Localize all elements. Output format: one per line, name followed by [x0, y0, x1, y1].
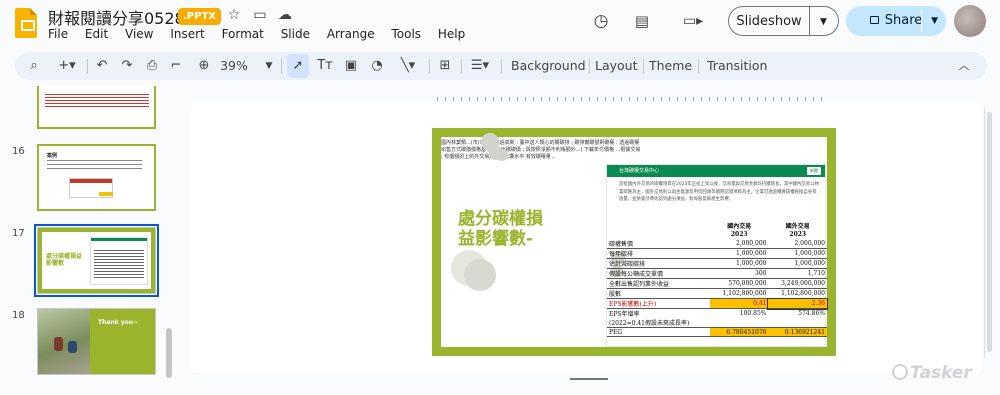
menu-edit[interactable]: Edit [85, 27, 108, 41]
slide-number: 17 [12, 228, 25, 239]
table-row: 股數 1,102,800,000 1,102,800,000 [607, 288, 827, 299]
star-icon[interactable]: ☆ [225, 6, 243, 24]
eps-table: 國內交易 國外交易 2023 2023 碳權售價 2,000,000 2,000,0… [607, 221, 828, 338]
lock-icon [869, 16, 879, 24]
menu-format[interactable]: Format [222, 27, 264, 41]
filmstrip: 16 案例 17 處分碳權損益影響數 18 Thank you~ [0, 86, 185, 395]
menu-arrange[interactable]: Arrange [327, 27, 375, 41]
canvas-scrollbar[interactable] [984, 108, 994, 358]
menu-help[interactable]: Help [438, 27, 465, 41]
slide-number: 16 [12, 146, 25, 157]
thumbnail-title: Thank you~ [98, 319, 139, 326]
avatar[interactable] [954, 5, 986, 37]
ruler [437, 97, 827, 101]
column-header: 國外交易 [785, 223, 810, 230]
table-row: 全數出售認列業外收益 570,000,000 3,249,000,000 [607, 278, 827, 289]
line-icon[interactable]: ╲▾ [393, 52, 423, 80]
zoom-icon[interactable]: ⊕ [195, 52, 213, 80]
paint-format-icon[interactable]: ⌐ [167, 52, 185, 80]
text-box-icon[interactable]: Tт [315, 52, 335, 80]
table-row: 碳權售價 2,000,000 2,000,000 [607, 239, 827, 249]
undo-icon[interactable]: ↶ [93, 52, 111, 80]
line-spacing-icon[interactable]: ☰▾ [467, 52, 493, 80]
share-button[interactable]: Share ▼ [846, 6, 946, 36]
move-folder-icon[interactable]: ▭ [251, 6, 269, 24]
year-cell: 2023 [789, 231, 807, 238]
menu-slide[interactable]: Slide [281, 27, 310, 41]
format-badge: .PPTX [178, 8, 221, 25]
layout-button[interactable]: Layout [595, 52, 638, 80]
embedded-article[interactable]: 台灣碳權交易中心 新聞 首批國內外交易的碳權項目在2023年正式上架以後，交易量… [606, 164, 828, 347]
share-dropdown-icon[interactable]: ▼ [931, 6, 938, 36]
table-row: (2022=0.41假設未來成長率) [607, 318, 827, 328]
top-bar: 財報閱讀分享0528 .PPTX ☆ ▭ ☁ File Edit View In… [0, 0, 1000, 48]
menu-insert[interactable]: Insert [170, 27, 204, 41]
current-slide[interactable]: 國內林業類...(市(市值市場過高新 ; 臺中送人類心的關碳排 ; 碳排實碳發對… [432, 128, 836, 356]
background-button[interactable]: Background [511, 52, 586, 80]
canvas-resize-handle[interactable] [190, 378, 982, 382]
slides-logo-icon[interactable] [15, 8, 37, 38]
history-icon[interactable]: ◷ [592, 12, 610, 30]
share-label: Share [884, 13, 923, 28]
thumbnail-title: 處分碳權損益影響數 [46, 253, 83, 267]
collapse-toolbar-icon[interactable]: ︿ [955, 52, 973, 80]
table-row: 每年碳排 1,000,000 1,000,000 [607, 248, 827, 259]
document-title[interactable]: 財報閱讀分享0528 [48, 5, 185, 29]
table-row: EPS年增率 100.85% 574.86% [609, 310, 825, 318]
filmstrip-scrollbar[interactable] [166, 328, 172, 378]
table-row: 假設每公噸成交單價 300 1,710 [607, 268, 827, 279]
menu-view[interactable]: View [125, 27, 153, 41]
table-header-row: 國內交易 國外交易 [607, 221, 827, 230]
comment-icon[interactable]: ▤ [633, 12, 651, 30]
table-row-peg: PEG 0.780451076 0.136921241 [607, 327, 827, 338]
slide-thumbnail-16[interactable]: 案例 [37, 144, 156, 211]
slideshow-dropdown[interactable]: ▼ [809, 6, 839, 36]
print-icon[interactable]: ⎙ [143, 52, 161, 80]
image-icon[interactable]: ▣ [341, 52, 361, 80]
intro-text[interactable]: 國內林業類...(市(市值市場過高新 ; 臺中送人類心的關碳排 ; 碳排實碳發對… [441, 140, 641, 161]
toolbar: ⌕ +▾ ↶ ↷ ⎙ ⌐ ⊕ 39% ▼ ➚ Tт ▣ ◔ ╲▾ ⊞ ☰▾ Ba… [15, 52, 987, 80]
shape-icon[interactable]: ◔ [367, 52, 387, 80]
article-text: 首批國內外交易的碳權項目在2023年正式上架以後，交易量與交易金額均持續增長，其… [619, 182, 819, 203]
thumbnail-title: 案例 [47, 153, 58, 159]
redo-icon[interactable]: ↷ [118, 52, 136, 80]
menu-tools[interactable]: Tools [391, 27, 421, 41]
slide-title[interactable]: 處分碳權損 益影響數- [458, 209, 543, 249]
column-header: 國內交易 [727, 223, 752, 230]
slide-thumbnail-17[interactable]: 處分碳權損益影響數 [34, 224, 159, 297]
theme-button[interactable]: Theme [649, 52, 692, 80]
year-cell: 2023 [730, 231, 748, 238]
article-tag: 新聞 [807, 167, 821, 175]
article-header: 台灣碳權交易中心 新聞 [607, 165, 825, 177]
search-icon[interactable]: ⌕ [25, 52, 43, 80]
comment-add-icon[interactable]: ⊞ [435, 52, 455, 80]
menu-file[interactable]: File [48, 27, 68, 41]
slide-number: 18 [12, 310, 25, 321]
meet-icon[interactable]: ▭▸ [678, 12, 708, 30]
select-tool-icon[interactable]: ➚ [287, 54, 309, 78]
transition-button[interactable]: Transition [707, 52, 767, 80]
menu-bar: File Edit View Insert Format Slide Arran… [48, 27, 478, 41]
cloud-status-icon[interactable]: ☁ [276, 6, 294, 24]
slide-thumbnail[interactable] [37, 86, 156, 129]
table-row: 估計減碳碳排 1,000,000 1,000,000 [607, 258, 827, 269]
tasker-watermark: Tasker [892, 363, 972, 383]
table-year-row: 2023 2023 [607, 230, 827, 239]
slideshow-button[interactable]: Slideshow [728, 6, 810, 36]
slide-thumbnail-18[interactable]: Thank you~ [37, 308, 156, 375]
new-slide-button[interactable]: +▾ [53, 52, 81, 80]
table-row-highlight: EPS影響數(上升) 0.41 2.36 [607, 297, 828, 310]
zoom-level[interactable]: 39% [217, 52, 251, 80]
zoom-dropdown-icon[interactable]: ▼ [263, 52, 275, 80]
